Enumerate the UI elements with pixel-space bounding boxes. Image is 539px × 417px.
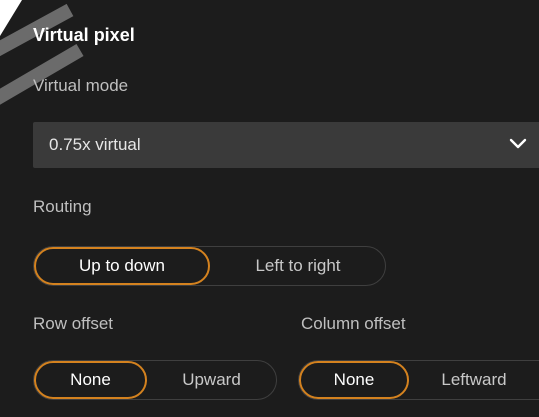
routing-label: Routing — [33, 197, 92, 216]
row-offset-option-upward[interactable]: Upward — [147, 361, 276, 399]
row-offset-segmented-control: None Upward — [33, 360, 277, 400]
virtual-mode-label: Virtual mode — [33, 76, 129, 95]
column-offset-label: Column offset — [301, 314, 406, 333]
virtual-pixel-panel: Virtual pixel Virtual mode 0.75x virtual… — [0, 0, 539, 417]
virtual-mode-value: 0.75x virtual — [49, 135, 141, 154]
row-offset-label: Row offset — [33, 314, 114, 333]
routing-option-up-to-down[interactable]: Up to down — [34, 247, 210, 285]
row-offset-option-none[interactable]: None — [34, 361, 147, 399]
virtual-mode-select[interactable]: 0.75x virtual — [33, 122, 539, 168]
chevron-down-icon — [509, 138, 527, 149]
column-offset-option-none[interactable]: None — [299, 361, 409, 399]
column-offset-segmented-control: None Leftward — [298, 360, 539, 400]
section-title: Virtual pixel — [33, 25, 135, 45]
routing-segmented-control: Up to down Left to right — [33, 246, 386, 286]
routing-option-left-to-right[interactable]: Left to right — [210, 247, 386, 285]
column-offset-option-leftward[interactable]: Leftward — [409, 361, 539, 399]
